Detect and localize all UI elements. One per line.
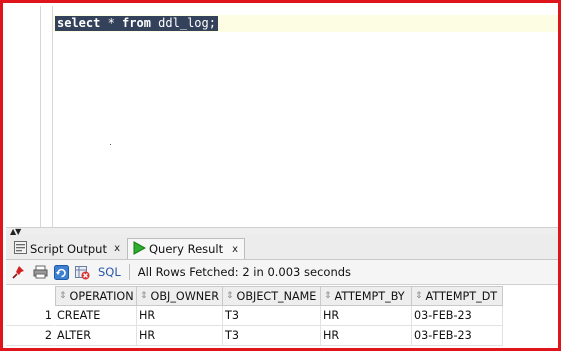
refresh-icon[interactable] xyxy=(53,264,69,280)
sort-icon: ⇕ xyxy=(59,291,67,301)
table-cell[interactable]: HR xyxy=(321,326,412,346)
tab-query-result[interactable]: Query Result x xyxy=(127,238,245,259)
sql-button[interactable]: SQL xyxy=(98,265,121,279)
table-cell[interactable]: CREATE xyxy=(55,306,137,326)
output-tabs: Script Output x Query Result x xyxy=(6,235,558,260)
tab-label: Script Output xyxy=(30,241,107,256)
column-header-obj-owner[interactable]: ⇕ OBJ_OWNER xyxy=(137,286,223,306)
sort-icon: ⇕ xyxy=(324,291,332,301)
column-header-operation[interactable]: ⇕ OPERATION xyxy=(55,286,137,306)
fetch-status: All Rows Fetched: 2 in 0.003 seconds xyxy=(137,265,352,279)
cancel-grid-icon[interactable] xyxy=(74,264,90,280)
sql-keyword: select xyxy=(57,16,101,30)
print-icon[interactable] xyxy=(32,264,48,280)
stray-dot xyxy=(110,144,111,145)
sql-editor[interactable]: select * from ddl_log; xyxy=(6,6,558,227)
sql-text: * xyxy=(100,16,123,30)
column-header-label: OBJECT_NAME xyxy=(236,289,317,303)
table-cell[interactable]: HR xyxy=(137,326,223,346)
column-header-label: ATTEMPT_DT xyxy=(425,289,498,303)
tab-label: Query Result xyxy=(149,242,224,256)
gutter-divider xyxy=(40,6,41,227)
column-header-label: OBJ_OWNER xyxy=(150,289,219,303)
table-cell[interactable]: T3 xyxy=(223,326,321,346)
column-header-object-name[interactable]: ⇕ OBJECT_NAME xyxy=(223,286,321,306)
close-icon[interactable]: x xyxy=(114,243,122,254)
table-cell[interactable]: HR xyxy=(321,306,412,326)
pin-icon[interactable] xyxy=(11,264,27,280)
column-header-attempt-dt[interactable]: ⇕ ATTEMPT_DT xyxy=(412,286,503,306)
selected-query-text[interactable]: select * from ddl_log; xyxy=(55,16,218,31)
table-cell[interactable]: 03-FEB-23 xyxy=(412,326,503,346)
column-header-label: OPERATION xyxy=(69,289,134,303)
table-cell[interactable]: T3 xyxy=(223,306,321,326)
sql-keyword: from xyxy=(122,16,151,30)
gutter-divider xyxy=(52,6,53,227)
run-triangle-icon xyxy=(132,240,147,258)
script-output-icon xyxy=(14,240,27,257)
toolbar-separator xyxy=(128,264,130,280)
highlight-frame: select * from ddl_log; ▲▼ Script Output … xyxy=(0,0,561,351)
sort-icon: ⇕ xyxy=(140,291,148,301)
tab-script-output[interactable]: Script Output x xyxy=(10,238,126,259)
column-header-attempt-by[interactable]: ⇕ ATTEMPT_BY xyxy=(321,286,412,306)
sort-icon: ⇕ xyxy=(226,291,234,301)
close-icon[interactable]: x xyxy=(232,244,240,255)
table-cell[interactable]: ALTER xyxy=(55,326,137,346)
table-cell[interactable]: HR xyxy=(137,306,223,326)
table-cell[interactable]: 03-FEB-23 xyxy=(412,306,503,326)
result-toolbar: SQL All Rows Fetched: 2 in 0.003 seconds xyxy=(6,260,558,285)
row-number[interactable]: 1 xyxy=(6,306,54,326)
row-number[interactable]: 2 xyxy=(6,326,54,346)
column-header-label: ATTEMPT_BY xyxy=(334,289,405,303)
results-grid[interactable]: ⇕ OPERATION ⇕ OBJ_OWNER ⇕ OBJECT_NAME ⇕ ATTE… xyxy=(6,285,558,348)
sql-text: ddl_log; xyxy=(150,16,216,30)
sort-icon: ⇕ xyxy=(415,291,423,301)
